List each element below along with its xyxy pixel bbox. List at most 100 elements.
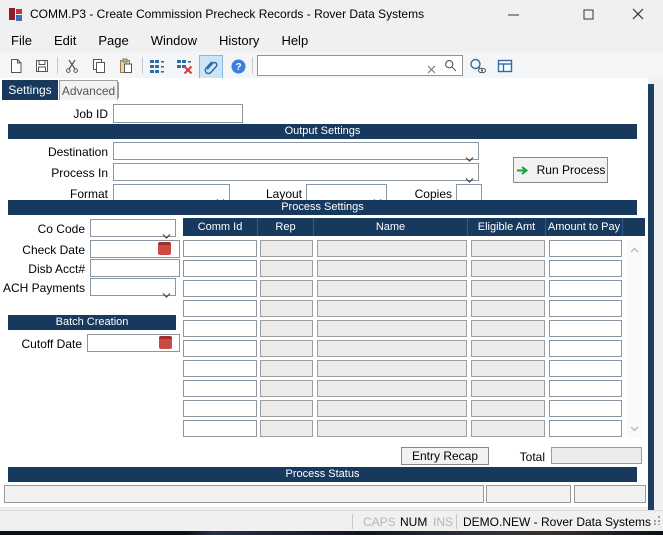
advanced-find-icon[interactable] [468, 56, 488, 76]
grid-cell-amount-to-pay[interactable] [549, 360, 622, 377]
new-document-icon[interactable] [6, 56, 26, 76]
menu-edit[interactable]: Edit [43, 30, 87, 51]
grid-cell-amount-to-pay[interactable] [549, 260, 622, 277]
check-date-label: Check Date [0, 243, 85, 257]
resize-grip[interactable] [651, 512, 661, 530]
output-settings-header: Output Settings [8, 124, 637, 139]
insert-rows-icon[interactable] [147, 56, 167, 76]
search-clear-icon[interactable] [427, 61, 436, 79]
disb-acct-input[interactable] [90, 259, 180, 277]
page-right-border [648, 84, 654, 510]
grid-cell-rep [260, 420, 313, 437]
window-title: COMM.P3 - Create Commission Precheck Rec… [30, 7, 424, 21]
grid-cell-rep [260, 320, 313, 337]
grid-cell-comm-id[interactable] [183, 420, 257, 437]
process-status-field-2 [486, 485, 571, 503]
copies-label: Copies [380, 187, 452, 201]
grid-cell-comm-id[interactable] [183, 380, 257, 397]
save-icon[interactable] [32, 56, 52, 76]
ach-payments-label: ACH Payments [0, 281, 85, 295]
grid-cell-amount-to-pay[interactable] [549, 380, 622, 397]
maximize-icon [583, 9, 594, 20]
process-in-select[interactable] [113, 163, 479, 181]
grid-column-name[interactable]: Name [314, 218, 468, 236]
grid-column-filler [623, 218, 645, 236]
grid-cell-amount-to-pay[interactable] [549, 400, 622, 417]
grid-row [183, 420, 623, 437]
process-status-field-1 [4, 485, 484, 503]
close-button[interactable] [617, 0, 659, 28]
run-arrow-icon [516, 164, 531, 177]
form-layout-icon[interactable] [495, 56, 515, 76]
search-icon[interactable] [444, 59, 457, 77]
destination-label: Destination [0, 145, 108, 159]
grid-cell-comm-id[interactable] [183, 260, 257, 277]
copy-icon[interactable] [89, 56, 109, 76]
grid-scrollbar[interactable] [627, 240, 642, 438]
grid-cell-comm-id[interactable] [183, 360, 257, 377]
grid-cell-comm-id[interactable] [183, 340, 257, 357]
grid-column-rep[interactable]: Rep [258, 218, 314, 236]
minimize-button[interactable] [492, 0, 534, 28]
ach-payments-select[interactable] [90, 278, 176, 296]
grid-column-eligible-amt[interactable]: Eligible Amt [468, 218, 546, 236]
grid-row [183, 360, 623, 377]
title-bar[interactable]: COMM.P3 - Create Commission Precheck Rec… [0, 0, 663, 28]
help-icon[interactable]: ? [228, 56, 248, 76]
grid-cell-comm-id[interactable] [183, 400, 257, 417]
grid-cell-eligible-amt [471, 400, 545, 417]
destination-select[interactable] [113, 142, 479, 160]
grid-cell-amount-to-pay[interactable] [549, 340, 622, 357]
maximize-button[interactable] [567, 0, 609, 28]
tab-settings[interactable]: Settings [2, 80, 58, 100]
menu-history[interactable]: History [208, 30, 270, 51]
statusbar-separator [456, 514, 457, 529]
menu-window[interactable]: Window [140, 30, 208, 51]
grid-row [183, 240, 623, 257]
cut-icon[interactable] [62, 56, 82, 76]
attachments-button[interactable] [199, 55, 223, 79]
grid-column-comm-id[interactable]: Comm Id [183, 218, 258, 236]
grid-cell-amount-to-pay[interactable] [549, 420, 622, 437]
calendar-icon[interactable] [158, 242, 171, 255]
grid-cell-amount-to-pay[interactable] [549, 240, 622, 257]
menu-file[interactable]: File [0, 30, 43, 51]
grid-cell-comm-id[interactable] [183, 320, 257, 337]
grid-row [183, 400, 623, 417]
paste-icon[interactable] [116, 56, 136, 76]
calendar-icon[interactable] [159, 336, 172, 349]
grid-cell-name [317, 340, 467, 357]
process-status-header: Process Status [8, 467, 637, 482]
grid-cell-comm-id[interactable] [183, 280, 257, 297]
grid-cell-eligible-amt [471, 420, 545, 437]
co-code-select[interactable] [90, 219, 176, 237]
delete-rows-icon[interactable] [174, 56, 194, 76]
toolbar-separator [252, 57, 253, 74]
job-id-input[interactable] [113, 104, 243, 123]
ins-indicator: INS [433, 515, 453, 529]
grid-cell-comm-id[interactable] [183, 240, 257, 257]
grid-cell-rep [260, 260, 313, 277]
run-process-button[interactable]: Run Process [513, 157, 608, 183]
menu-page[interactable]: Page [87, 30, 139, 51]
menu-help[interactable]: Help [270, 30, 319, 51]
search-box [257, 55, 463, 76]
grid-row [183, 340, 623, 357]
app-window: COMM.P3 - Create Commission Precheck Rec… [0, 0, 663, 531]
scroll-up-icon[interactable] [627, 242, 642, 257]
format-label: Format [0, 187, 108, 201]
disb-acct-label: Disb Acct# [0, 262, 85, 276]
search-input[interactable] [261, 57, 433, 74]
grid-cell-eligible-amt [471, 300, 545, 317]
job-id-label: Job ID [0, 107, 108, 121]
grid-cell-comm-id[interactable] [183, 300, 257, 317]
scroll-down-icon[interactable] [627, 421, 642, 436]
menu-bar: File Edit Page Window History Help [0, 28, 663, 52]
grid-cell-amount-to-pay[interactable] [549, 320, 622, 337]
grid-row [183, 380, 623, 397]
grid-cell-amount-to-pay[interactable] [549, 300, 622, 317]
grid-header: Comm Id Rep Name Eligible Amt Amount to … [183, 218, 645, 236]
tab-advanced[interactable]: Advanced [59, 80, 118, 100]
grid-cell-amount-to-pay[interactable] [549, 280, 622, 297]
grid-column-amount-to-pay[interactable]: Amount to Pay [546, 218, 623, 236]
